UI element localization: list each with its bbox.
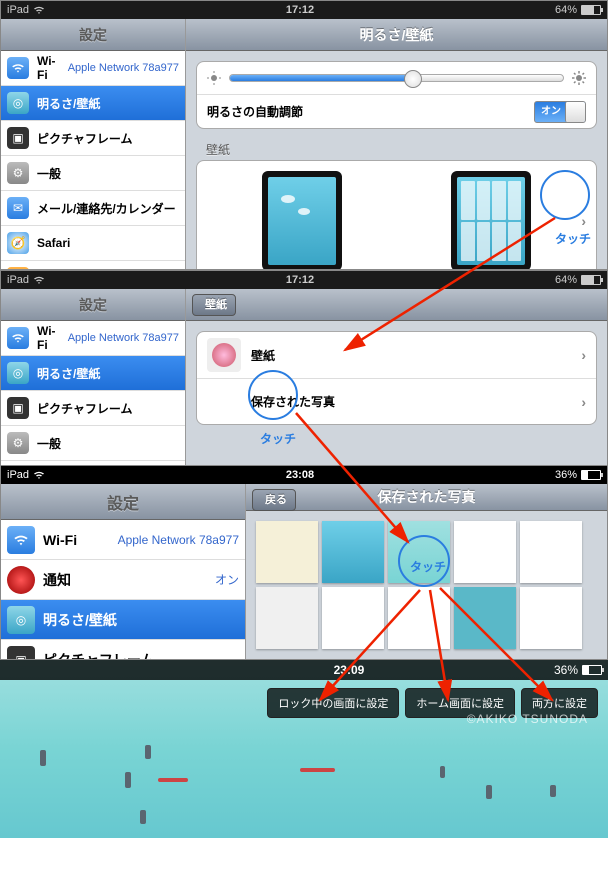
detail-toolbar: 戻る 保存された写真 [246, 484, 607, 511]
sidebar-item-value: Apple Network 78a977 [68, 62, 179, 74]
sidebar-item-wifi[interactable]: Wi-Fi Apple Network 78a977 [1, 520, 245, 560]
chevron-right-icon: › [581, 347, 586, 363]
sun-low-icon [207, 71, 221, 85]
battery-pct: 64% [555, 4, 577, 16]
wallpaper-group[interactable]: › [196, 160, 597, 269]
saved-photos-row[interactable]: 保存された写真 › [197, 378, 596, 424]
home-screen-preview [451, 171, 531, 269]
sidebar-item-label: 一般 [37, 165, 179, 182]
photo-thumb[interactable] [256, 587, 318, 649]
battery-icon [581, 470, 601, 480]
photo-thumb[interactable] [454, 521, 516, 583]
photo-thumb[interactable] [256, 521, 318, 583]
status-bar: 23:09 36% [0, 660, 608, 680]
panel-4-wallpaper-preview: 23:09 36% ロック中の画面に設定 ホーム画面に設定 両方に設定 ©AKI… [0, 660, 608, 838]
sidebar-title: 設定 [1, 19, 185, 51]
detail-title: 保存された写真 [378, 487, 476, 507]
sidebar-item-label: Safari [37, 236, 179, 250]
sidebar-item-brightness[interactable]: ◎ 明るさ/壁紙 [1, 356, 185, 391]
brightness-group: 明るさの自動調節 オン [196, 61, 597, 129]
panel-2: iPad 17:12 64% 設定 Wi-Fi Apple Network 78… [0, 270, 608, 465]
sidebar-item-picframe[interactable]: ▣ピクチャフレーム [1, 391, 185, 426]
photo-grid [246, 511, 607, 659]
sidebar-item-picframe[interactable]: ▣ ピクチャフレーム [1, 121, 185, 156]
sidebar-item-label: ピクチャフレーム [37, 130, 179, 147]
photo-thumb[interactable] [520, 521, 582, 583]
sidebar-item-notifications[interactable]: 通知 オン [1, 560, 245, 600]
sidebar-item-ipod[interactable]: ♪ iPod [1, 261, 185, 269]
back-button[interactable]: 戻る [252, 489, 296, 511]
panel-3: iPad 23:08 36% 設定 Wi-Fi Apple Network 78… [0, 465, 608, 660]
photo-thumb[interactable] [322, 587, 384, 649]
wifi-icon [11, 62, 25, 74]
sidebar-item-general[interactable]: ⚙ 一般 [1, 156, 185, 191]
panel-1: iPad 17:12 64% 設定 Wi-Fi Apple Network 78… [0, 0, 608, 270]
wallpaper-section-label: 壁紙 [196, 137, 597, 160]
sun-high-icon [572, 71, 586, 85]
wallpaper-row[interactable]: 壁紙 › [197, 332, 596, 378]
chevron-right-icon: › [581, 394, 586, 410]
photo-thumb[interactable] [322, 521, 384, 583]
detail-title: 明るさ/壁紙 [186, 19, 607, 51]
status-bar: iPad 17:12 64% [1, 1, 607, 19]
sidebar-item-brightness[interactable]: ◎ 明るさ/壁紙 [1, 600, 245, 640]
photo-thumb[interactable] [520, 587, 582, 649]
device-label: iPad [7, 4, 29, 16]
sidebar-item-picframe[interactable]: ▣ピクチャフレーム [1, 640, 245, 659]
wifi-icon [33, 275, 45, 285]
watermark: ©AKIKO TSUNODA [467, 712, 588, 726]
battery-icon [581, 275, 601, 285]
sidebar-item-label: 明るさ/壁紙 [37, 95, 179, 112]
sidebar-item-label: メール/連絡先/カレンダー [37, 200, 179, 217]
sidebar-item-wifi[interactable]: Wi-Fi Apple Network 78a977 [1, 321, 185, 356]
chevron-right-icon: › [581, 213, 586, 229]
sidebar-item-wifi[interactable]: Wi-Fi Apple Network 78a977 [1, 51, 185, 86]
set-lock-button[interactable]: ロック中の画面に設定 [267, 688, 399, 718]
auto-brightness-toggle[interactable]: オン [534, 101, 586, 123]
status-time: 17:12 [45, 4, 555, 16]
photo-thumb[interactable] [388, 521, 450, 583]
photo-thumb[interactable] [454, 587, 516, 649]
settings-sidebar: 設定 Wi-Fi Apple Network 78a977 ◎ 明るさ/壁紙 ▣… [1, 19, 186, 269]
sidebar-item-brightness[interactable]: ◎ 明るさ/壁紙 [1, 86, 185, 121]
sidebar-item-general[interactable]: ⚙一般 [1, 426, 185, 461]
back-button[interactable]: 壁紙 [192, 294, 236, 316]
lock-screen-preview [262, 171, 342, 269]
status-bar: iPad 23:08 36% [1, 466, 607, 484]
status-bar: iPad 17:12 64% [1, 271, 607, 289]
detail-pane: 明るさ/壁紙 明るさの自動調節 オン [186, 19, 607, 269]
sidebar-item-safari[interactable]: 🧭 Safari [1, 226, 185, 261]
battery-icon [582, 665, 602, 675]
battery-icon [581, 5, 601, 15]
auto-brightness-label: 明るさの自動調節 [207, 103, 303, 120]
brightness-slider[interactable] [229, 74, 564, 82]
detail-toolbar: 壁紙 [186, 289, 607, 321]
wifi-icon [33, 5, 45, 15]
sidebar-item-label: Wi-Fi [37, 54, 60, 82]
sidebar-item-mail[interactable]: ✉ メール/連絡先/カレンダー [1, 191, 185, 226]
photo-thumb[interactable] [388, 587, 450, 649]
